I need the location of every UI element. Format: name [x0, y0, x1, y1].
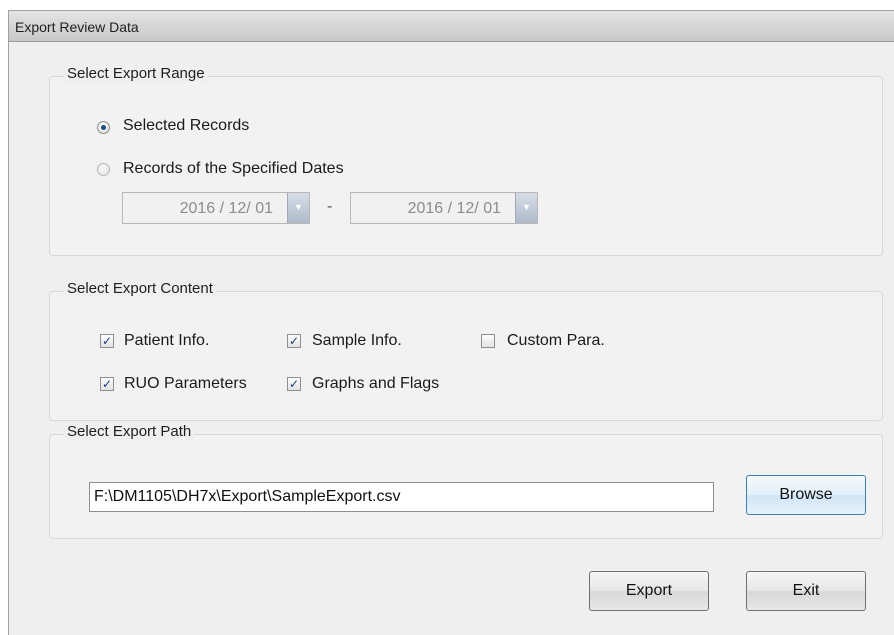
check-mark-icon: ✓	[288, 334, 300, 348]
ruo-parameters-label[interactable]: RUO Parameters	[124, 375, 247, 393]
export-range-group: Select Export Range Selected Records Rec…	[49, 65, 883, 256]
patient-info-checkbox[interactable]: ✓	[100, 334, 114, 348]
export-range-group-title: Select Export Range	[64, 65, 208, 82]
custom-para-checkbox[interactable]	[481, 334, 495, 348]
export-button[interactable]: Export	[589, 571, 709, 611]
export-content-group: Select Export Content ✓ Patient Info. ✓ …	[49, 280, 883, 421]
date-from-value: 2016 / 12/ 01	[179, 200, 273, 217]
patient-info-label[interactable]: Patient Info.	[124, 332, 209, 350]
sample-info-label[interactable]: Sample Info.	[312, 332, 402, 350]
graphs-and-flags-checkbox[interactable]: ✓	[287, 377, 301, 391]
ruo-parameters-checkbox[interactable]: ✓	[100, 377, 114, 391]
sample-info-checkbox[interactable]: ✓	[287, 334, 301, 348]
selected-records-label[interactable]: Selected Records	[123, 117, 249, 135]
date-to-picker[interactable]: 2016 / 12/ 01 ▼	[350, 192, 538, 224]
date-to-dropdown-button[interactable]: ▼	[515, 193, 537, 223]
export-path-group: Select Export Path Browse	[49, 423, 883, 539]
specified-dates-label[interactable]: Records of the Specified Dates	[123, 160, 344, 178]
chevron-down-icon: ▼	[294, 202, 303, 212]
date-to-value: 2016 / 12/ 01	[407, 200, 501, 217]
window-title: Export Review Data	[15, 19, 139, 35]
title-bar[interactable]: Export Review Data	[9, 11, 894, 42]
export-path-group-title: Select Export Path	[64, 423, 195, 440]
date-from-picker[interactable]: 2016 / 12/ 01 ▼	[122, 192, 310, 224]
check-mark-icon: ✓	[288, 377, 300, 391]
date-separator: -	[327, 198, 333, 215]
specified-dates-radio[interactable]	[97, 163, 110, 176]
export-content-group-title: Select Export Content	[64, 280, 216, 297]
check-mark-icon: ✓	[101, 334, 113, 348]
exit-button[interactable]: Exit	[746, 571, 866, 611]
selected-records-radio[interactable]	[97, 121, 110, 134]
graphs-and-flags-label[interactable]: Graphs and Flags	[312, 375, 439, 393]
custom-para-label[interactable]: Custom Para.	[507, 332, 605, 350]
chevron-down-icon: ▼	[522, 202, 531, 212]
export-path-input[interactable]	[89, 482, 714, 512]
browse-button[interactable]: Browse	[746, 475, 866, 515]
check-mark-icon: ✓	[101, 377, 113, 391]
date-from-dropdown-button[interactable]: ▼	[287, 193, 309, 223]
export-review-dialog: Export Review Data Select Export Range S…	[8, 10, 894, 635]
